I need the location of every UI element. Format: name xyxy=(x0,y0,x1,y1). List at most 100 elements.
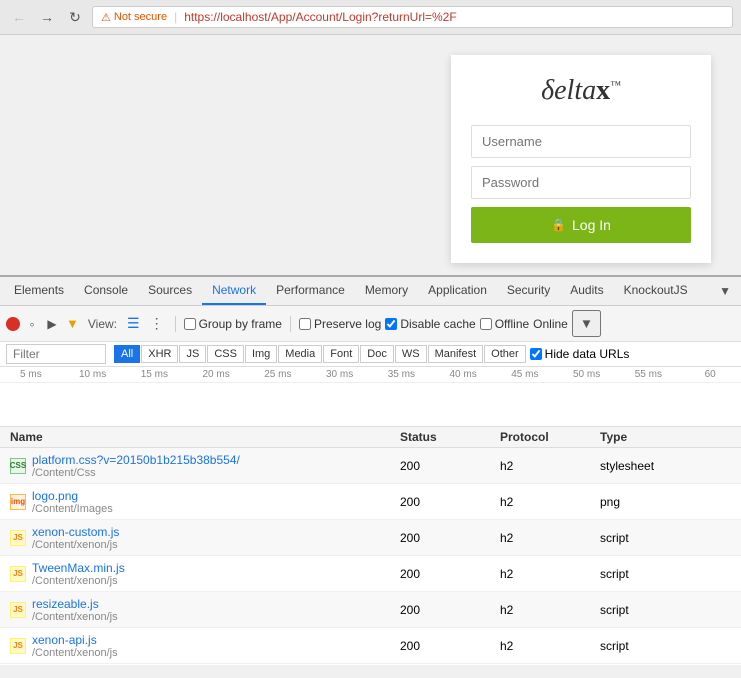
lock-icon: 🔒 xyxy=(551,218,566,232)
group-by-frame-text: Group by frame xyxy=(199,317,282,331)
forward-button[interactable]: → xyxy=(36,6,58,28)
resource-name: JS xenon-api.js /Content/xenon/js xyxy=(6,633,396,659)
timeline-area xyxy=(0,383,741,423)
resource-path: /Content/Images xyxy=(32,503,113,515)
js-icon: JS xyxy=(10,530,26,546)
filter-all[interactable]: All xyxy=(114,345,140,363)
col-protocol: Protocol xyxy=(496,430,596,444)
table-row[interactable]: JS TweenMax.min.js /Content/xenon/js 200… xyxy=(0,556,741,592)
tl-25: 25 ms xyxy=(247,369,309,380)
tl-45: 45 ms xyxy=(494,369,556,380)
resource-name: CSS platform.css?v=20150b1b215b38b554/ /… xyxy=(6,453,396,479)
offline-checkbox[interactable] xyxy=(480,318,492,330)
tab-performance[interactable]: Performance xyxy=(266,277,355,305)
tab-overflow-button[interactable]: ▼ xyxy=(713,280,737,302)
group-by-frame-checkbox[interactable] xyxy=(184,318,196,330)
browser-toolbar: ← → ↻ ⚠ Not secure | https://localhost/A… xyxy=(0,0,741,34)
type-cell: script xyxy=(596,639,735,653)
logo-delta: δelta xyxy=(541,75,596,106)
preserve-log-checkbox[interactable] xyxy=(299,318,311,330)
status-cell: 200 xyxy=(396,495,496,509)
disable-cache-checkbox[interactable] xyxy=(385,318,397,330)
preserve-log-text: Preserve log xyxy=(314,317,381,331)
tab-audits[interactable]: Audits xyxy=(560,277,613,305)
js-icon: JS xyxy=(10,602,26,618)
devtools-tab-bar: Elements Console Sources Network Perform… xyxy=(0,277,741,306)
status-cell: 200 xyxy=(396,459,496,473)
online-chevron[interactable]: ▼ xyxy=(572,310,601,337)
status-cell: 200 xyxy=(396,567,496,581)
table-row[interactable]: JS xenon-api.js /Content/xenon/js 200 h2… xyxy=(0,628,741,664)
tab-memory[interactable]: Memory xyxy=(355,277,418,305)
resource-filename: xenon-custom.js xyxy=(32,525,119,539)
type-cell: script xyxy=(596,603,735,617)
protocol-cell: h2 xyxy=(496,531,596,545)
filter-icon-button[interactable]: ▼ xyxy=(64,316,81,331)
hide-data-urls-label[interactable]: Hide data URLs xyxy=(530,347,630,361)
tab-console[interactable]: Console xyxy=(74,277,138,305)
filter-img[interactable]: Img xyxy=(245,345,277,363)
resource-name: img logo.png /Content/Images xyxy=(6,489,396,515)
filter-other[interactable]: Other xyxy=(484,345,526,363)
img-icon: img xyxy=(10,494,26,510)
address-bar[interactable]: ⚠ Not secure | https://localhost/App/Acc… xyxy=(92,6,733,28)
divider2 xyxy=(290,316,291,332)
resource-path: /Content/Css xyxy=(32,467,240,479)
record-button[interactable] xyxy=(6,317,20,331)
username-input[interactable] xyxy=(471,125,691,158)
resource-filename: resizeable.js xyxy=(32,597,118,611)
type-cell: script xyxy=(596,567,735,581)
table-row[interactable]: CSS platform.css?v=20150b1b215b38b554/ /… xyxy=(0,448,741,484)
tl-20: 20 ms xyxy=(185,369,247,380)
tab-elements[interactable]: Elements xyxy=(4,277,74,305)
camera-button[interactable]: ▶ xyxy=(44,316,60,332)
filter-xhr[interactable]: XHR xyxy=(141,345,178,363)
view-large-button[interactable]: ⋮ xyxy=(147,314,167,333)
offline-label[interactable]: Offline xyxy=(480,317,529,331)
filter-js[interactable]: JS xyxy=(179,345,206,363)
resource-path: /Content/xenon/js xyxy=(32,575,125,587)
resource-info: platform.css?v=20150b1b215b38b554/ /Cont… xyxy=(32,453,240,479)
resource-path: /Content/xenon/js xyxy=(32,611,118,623)
timeline-labels: 5 ms 10 ms 15 ms 20 ms 25 ms 30 ms 35 ms… xyxy=(0,367,741,383)
back-button[interactable]: ← xyxy=(8,6,30,28)
tab-knockoutjs[interactable]: KnockoutJS xyxy=(614,277,698,305)
table-row[interactable]: JS xenon-custom.js /Content/xenon/js 200… xyxy=(0,520,741,556)
view-label: View: xyxy=(88,317,117,331)
hide-data-urls-checkbox[interactable] xyxy=(530,348,542,360)
type-cell: script xyxy=(596,531,735,545)
resource-name: JS TweenMax.min.js /Content/xenon/js xyxy=(6,561,396,587)
clear-button[interactable]: ◦ xyxy=(24,316,40,332)
tl-60: 60 xyxy=(679,369,741,380)
tab-security[interactable]: Security xyxy=(497,277,560,305)
filter-font[interactable]: Font xyxy=(323,345,359,363)
tab-application[interactable]: Application xyxy=(418,277,497,305)
view-list-button[interactable]: ☰ xyxy=(124,314,143,333)
filter-input[interactable] xyxy=(6,344,106,364)
group-by-frame-label[interactable]: Group by frame xyxy=(184,317,282,331)
tl-30: 30 ms xyxy=(309,369,371,380)
table-row[interactable]: JS Login.js 200 h2 script xyxy=(0,664,741,665)
tab-network[interactable]: Network xyxy=(202,277,266,305)
resource-filename: platform.css?v=20150b1b215b38b554/ xyxy=(32,453,240,467)
protocol-cell: h2 xyxy=(496,639,596,653)
hide-data-urls-text: Hide data URLs xyxy=(545,347,630,361)
protocol-cell: h2 xyxy=(496,459,596,473)
tab-sources[interactable]: Sources xyxy=(138,277,202,305)
filter-manifest[interactable]: Manifest xyxy=(428,345,484,363)
filter-ws[interactable]: WS xyxy=(395,345,427,363)
tl-10: 10 ms xyxy=(62,369,124,380)
filter-media[interactable]: Media xyxy=(278,345,322,363)
reload-button[interactable]: ↻ xyxy=(64,6,86,28)
table-row[interactable]: JS resizeable.js /Content/xenon/js 200 h… xyxy=(0,592,741,628)
password-input[interactable] xyxy=(471,166,691,199)
preserve-log-label[interactable]: Preserve log xyxy=(299,317,381,331)
login-panel: δeltax™ 🔒 Log In xyxy=(451,55,711,263)
security-warning: ⚠ Not secure xyxy=(101,11,167,24)
disable-cache-label[interactable]: Disable cache xyxy=(385,317,475,331)
table-row[interactable]: img logo.png /Content/Images 200 h2 png xyxy=(0,484,741,520)
filter-css[interactable]: CSS xyxy=(207,345,244,363)
logo-tm: ™ xyxy=(610,80,621,92)
filter-doc[interactable]: Doc xyxy=(360,345,394,363)
login-button[interactable]: 🔒 Log In xyxy=(471,207,691,243)
